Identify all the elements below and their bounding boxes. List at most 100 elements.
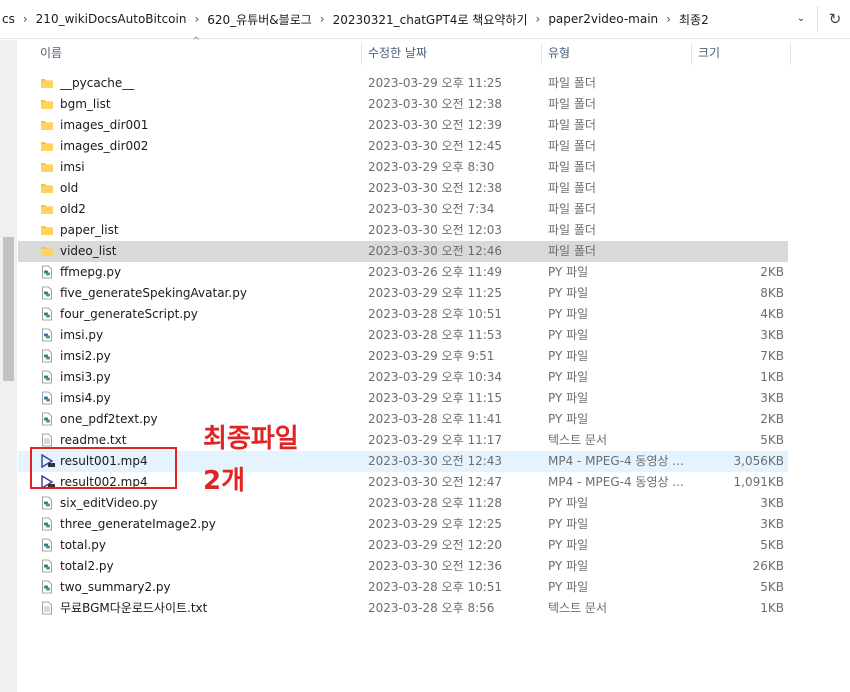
file-row[interactable]: imsi2.py 2023-03-29 오후 9:51 PY 파일 7KB [18,346,788,367]
chevron-right-icon[interactable]: › [17,12,34,26]
file-type: PY 파일 [548,265,589,279]
annotation-text-line1: 최종파일 [203,424,299,454]
file-row[interactable]: 무료BGM다운로드사이트.txt 2023-03-28 오후 8:56 텍스트 문서… [18,598,788,619]
file-row[interactable]: video_list 2023-03-30 오전 12:46 파일 폴더 [18,241,788,262]
file-size: 5KB [760,538,784,552]
file-type: 파일 폴더 [548,76,596,90]
file-row[interactable]: imsi4.py 2023-03-29 오후 11:15 PY 파일 3KB [18,388,788,409]
file-row[interactable]: __pycache__ 2023-03-29 오후 11:25 파일 폴더 [18,73,788,94]
file-size: 3KB [760,496,784,510]
folder-icon [40,76,54,90]
folder-icon [40,160,54,174]
column-divider[interactable] [541,43,542,65]
file-row[interactable]: images_dir002 2023-03-30 오전 12:45 파일 폴더 [18,136,788,157]
file-row[interactable]: paper_list 2023-03-30 오전 12:03 파일 폴더 [18,220,788,241]
breadcrumb-item[interactable]: 20230321_chatGPT4로 책요약하기 [331,11,530,28]
breadcrumb-item[interactable]: 최종2 [677,11,711,28]
file-row[interactable]: bgm_list 2023-03-30 오전 12:38 파일 폴더 [18,94,788,115]
file-row[interactable]: three_generateImage2.py 2023-03-29 오후 12:… [18,514,788,535]
column-header-row: 이름 ^ 수정한 날짜 유형 크기 [0,36,850,67]
file-name: total2.py [60,559,114,573]
annotation-highlight-box [30,447,177,489]
file-date: 2023-03-30 오전 7:34 [368,202,495,216]
column-header-name[interactable]: 이름 [40,39,62,67]
file-type: 텍스트 문서 [548,601,608,615]
file-date: 2023-03-30 오전 12:47 [368,475,503,489]
python-file-icon [40,538,54,552]
file-name: 무료BGM다운로드사이트.txt [60,601,208,615]
column-header-type[interactable]: 유형 [548,39,570,67]
sort-ascending-icon: ^ [192,36,201,47]
chevron-right-icon[interactable]: › [660,12,677,26]
python-file-icon [40,517,54,531]
file-row[interactable]: old2 2023-03-30 오전 7:34 파일 폴더 [18,199,788,220]
file-row[interactable]: total.py 2023-03-29 오전 12:20 PY 파일 5KB [18,535,788,556]
chevron-right-icon[interactable]: › [530,12,547,26]
column-header-date[interactable]: 수정한 날짜 [368,39,427,67]
file-type: PY 파일 [548,559,589,573]
text-file-icon [40,433,54,447]
address-bar[interactable]: cs › 210_wikiDocsAutoBitcoin › 620_유튜버&블로그 › 2… [0,0,850,39]
chevron-right-icon[interactable]: › [188,12,205,26]
file-row[interactable]: total2.py 2023-03-30 오전 12:36 PY 파일 26KB [18,556,788,577]
file-row[interactable]: imsi 2023-03-29 오후 8:30 파일 폴더 [18,157,788,178]
column-header-size[interactable]: 크기 [698,39,720,67]
file-date: 2023-03-30 오전 12:43 [368,454,503,468]
chevron-down-icon[interactable]: ⌄ [792,10,810,28]
file-date: 2023-03-28 오후 8:56 [368,601,495,615]
refresh-icon[interactable]: ↻ [825,9,845,29]
breadcrumb-item[interactable]: cs [0,12,17,26]
file-size: 8KB [760,286,784,300]
file-row[interactable]: five_generateSpekingAvatar.py 2023-03-29 … [18,283,788,304]
file-date: 2023-03-29 오후 9:51 [368,349,495,363]
file-type: 텍스트 문서 [548,433,608,447]
file-row[interactable]: ffmepg.py 2023-03-26 오후 11:49 PY 파일 2KB [18,262,788,283]
file-size: 26KB [752,559,784,573]
column-divider[interactable] [790,43,791,65]
file-type: PY 파일 [548,538,589,552]
file-size: 1,091KB [733,475,784,489]
breadcrumb-item[interactable]: 620_유튜버&블로그 [205,11,314,28]
file-row[interactable]: imsi.py 2023-03-28 오후 11:53 PY 파일 3KB [18,325,788,346]
folder-icon [40,223,54,237]
file-size: 3KB [760,391,784,405]
file-type: PY 파일 [548,496,589,510]
file-name: video_list [60,244,117,258]
folder-icon [40,244,54,258]
chevron-right-icon[interactable]: › [314,12,331,26]
file-name: imsi4.py [60,391,111,405]
column-divider[interactable] [361,43,362,65]
file-name: three_generateImage2.py [60,517,216,531]
file-type: PY 파일 [548,349,589,363]
file-row[interactable]: imsi3.py 2023-03-29 오후 10:34 PY 파일 1KB [18,367,788,388]
breadcrumb-item[interactable]: 210_wikiDocsAutoBitcoin [34,12,189,26]
file-date: 2023-03-30 오전 12:46 [368,244,503,258]
vertical-scrollbar[interactable] [0,40,17,692]
file-row[interactable]: one_pdf2text.py 2023-03-28 오후 11:41 PY 파일 2… [18,409,788,430]
file-row[interactable]: four_generateScript.py 2023-03-28 오후 10:5… [18,304,788,325]
file-name: one_pdf2text.py [60,412,158,426]
file-name: bgm_list [60,97,111,111]
file-name: six_editVideo.py [60,496,158,510]
python-file-icon [40,391,54,405]
file-row[interactable]: two_summary2.py 2023-03-28 오후 10:51 PY 파일 5… [18,577,788,598]
folder-icon [40,139,54,153]
file-date: 2023-03-29 오후 8:30 [368,160,495,174]
python-file-icon [40,559,54,573]
file-type: 파일 폴더 [548,181,596,195]
column-divider[interactable] [691,43,692,65]
breadcrumb-item[interactable]: paper2video-main [546,12,660,26]
file-date: 2023-03-29 오후 12:25 [368,517,503,531]
folder-icon [40,202,54,216]
file-date: 2023-03-26 오후 11:49 [368,265,503,279]
file-type: 파일 폴더 [548,202,596,216]
file-name: imsi2.py [60,349,111,363]
file-row[interactable]: images_dir001 2023-03-30 오전 12:39 파일 폴더 [18,115,788,136]
file-row[interactable]: six_editVideo.py 2023-03-28 오후 11:28 PY 파일… [18,493,788,514]
file-date: 2023-03-28 오후 11:53 [368,328,503,342]
scrollbar-thumb[interactable] [3,237,14,381]
file-row[interactable]: old 2023-03-30 오전 12:38 파일 폴더 [18,178,788,199]
file-size: 1KB [760,370,784,384]
python-file-icon [40,265,54,279]
file-type: PY 파일 [548,328,589,342]
